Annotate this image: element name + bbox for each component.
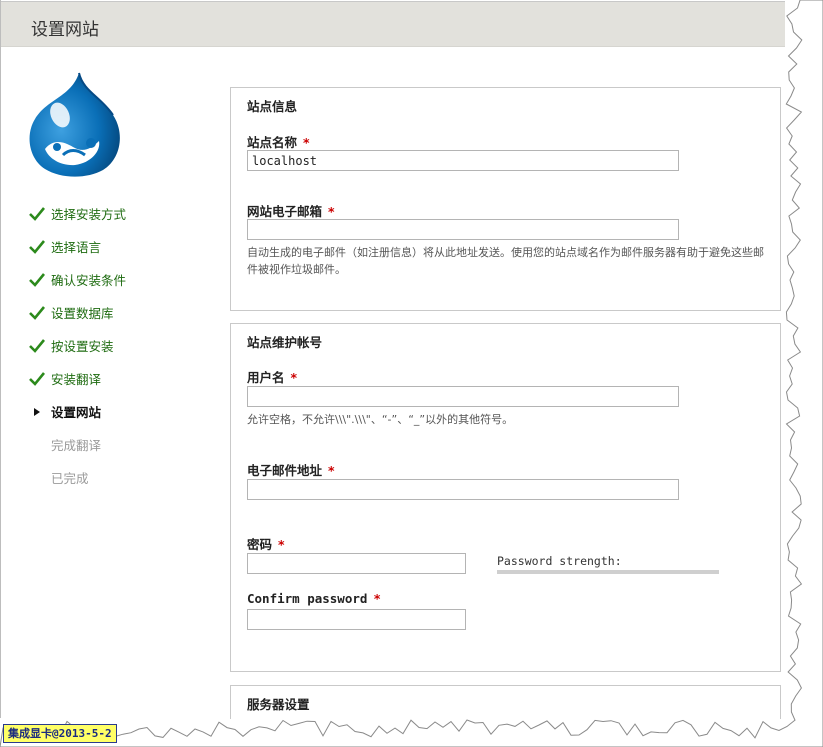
step-item: 已完成 — [29, 471, 126, 504]
site-email-description: 自动生成的电子邮件（如注册信息）将从此地址发送。使用您的站点域名作为邮件服务器有… — [247, 246, 764, 276]
step-label: 确认安装条件 — [51, 273, 127, 288]
check-icon — [29, 240, 49, 256]
page-header: 设置网站 — [1, 1, 785, 47]
password-label: 密码 * — [247, 537, 285, 552]
site-email-label: 网站电子邮箱 * — [247, 204, 335, 219]
step-item: 确认安装条件 — [29, 273, 126, 306]
step-item: 完成翻译 — [29, 438, 126, 471]
server-settings-legend: 服务器设置 — [247, 697, 310, 712]
step-item: 选择语言 — [29, 240, 126, 273]
step-label: 完成翻译 — [51, 438, 102, 453]
step-label: 设置数据库 — [51, 306, 114, 321]
admin-account-legend: 站点维护帐号 — [247, 335, 323, 350]
step-label: 按设置安装 — [51, 339, 114, 354]
password-strength-bar — [497, 570, 719, 574]
required-mark: * — [278, 537, 285, 552]
required-mark: * — [303, 135, 310, 150]
confirm-password-input[interactable] — [247, 609, 466, 630]
triangle-right-icon — [29, 405, 49, 421]
page-title: 设置网站 — [31, 20, 99, 40]
site-info-fieldset: 站点信息 站点名称* 网站电子邮箱* 自动生成的电子邮件（如注册信息）将从此地址… — [230, 87, 781, 311]
admin-account-fieldset: 站点维护帐号 用户名 * 允许空格，不允许\\\".\\\"、“-”、“_”以外的… — [230, 323, 781, 672]
step-label: 选择安装方式 — [51, 207, 127, 222]
account-email-input[interactable] — [247, 479, 679, 500]
username-input[interactable] — [247, 386, 679, 407]
install-steps: 选择安装方式 选择语言 确认安装条件 设置数据库 按设置安装 安装翻译 设置网站 — [29, 207, 126, 504]
check-icon — [29, 207, 49, 223]
site-name-label: 站点名称 * — [247, 135, 310, 150]
install-page: 设置网站 选择安装方式 选择语言 确认安装条件 设置数据库 按设置安装 安装翻译… — [1, 1, 785, 719]
step-item: 安装翻译 — [29, 372, 126, 405]
step-item-current: 设置网站 — [29, 405, 126, 438]
required-mark: * — [373, 591, 381, 606]
username-description: 允许空格，不允许\\\".\\\"、“-”、“_”以外的其他符号。 — [247, 413, 514, 426]
step-item: 选择安装方式 — [29, 207, 126, 240]
step-item: 按设置安装 — [29, 339, 126, 372]
step-label: 安装翻译 — [51, 372, 102, 387]
account-email-label: 电子邮件地址 * — [247, 463, 335, 478]
check-icon — [29, 372, 49, 388]
required-mark: * — [328, 204, 335, 219]
step-item: 设置数据库 — [29, 306, 126, 339]
password-strength-label: Password strength: — [497, 554, 622, 568]
site-info-legend: 站点信息 — [247, 99, 298, 114]
step-label: 选择语言 — [51, 240, 102, 255]
site-email-input[interactable] — [247, 219, 679, 240]
required-mark: * — [328, 463, 335, 478]
drupal-logo — [29, 72, 120, 177]
required-mark: * — [290, 370, 298, 385]
check-icon — [29, 273, 49, 289]
password-input[interactable] — [247, 553, 466, 574]
site-name-input[interactable] — [247, 150, 679, 171]
username-label: 用户名 * — [247, 370, 298, 385]
check-icon — [29, 306, 49, 322]
step-label: 已完成 — [51, 471, 89, 486]
confirm-password-label: Confirm password * — [247, 591, 381, 606]
step-label: 设置网站 — [51, 405, 102, 420]
watermark-badge: 集成显卡@2013-5-2 — [3, 724, 117, 743]
check-icon — [29, 339, 49, 355]
server-settings-fieldset: 服务器设置 — [230, 685, 781, 719]
